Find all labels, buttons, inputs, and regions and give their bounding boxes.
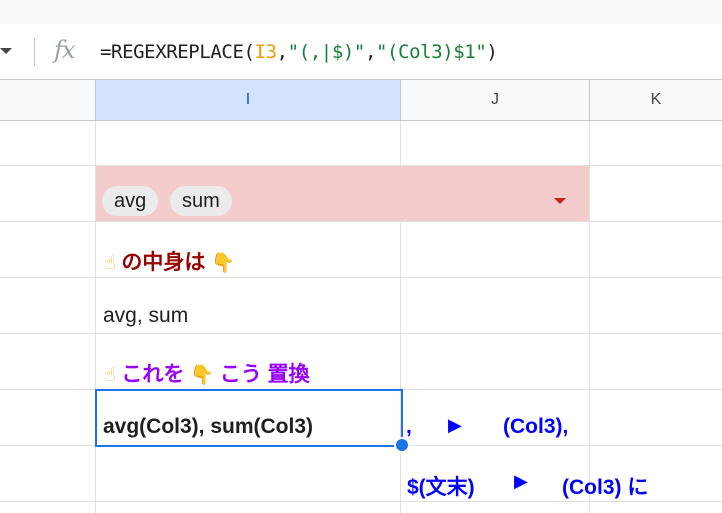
cell-i4[interactable]: ☝ の中身は 👇: [104, 246, 235, 276]
cell-i6[interactable]: ☝ これを 👇 こう 置換: [104, 358, 310, 388]
column-header-i[interactable]: I: [96, 80, 401, 121]
pointing-down-hand-icon: 👇: [190, 364, 214, 386]
dropdown-arrow-icon[interactable]: [554, 198, 566, 204]
grid-line: [589, 121, 590, 513]
formula-pattern-string: "(,|$)": [287, 41, 366, 63]
note-end-of-string: $(文末): [407, 476, 475, 499]
fill-handle[interactable]: [394, 437, 410, 453]
note-col3-ni: (Col3) に: [562, 476, 649, 499]
grid-line: [0, 277, 722, 278]
active-cell-selection: [95, 389, 403, 447]
formula-replacement-string: "(Col3)$1": [376, 41, 487, 63]
formula-input[interactable]: =REGEXREPLACE(I3,"(,|$)","(Col3)$1"): [100, 41, 498, 63]
formula-bar-divider: [34, 38, 35, 66]
pointing-up-hand-icon: ☝: [104, 364, 116, 386]
note-col3-comma: (Col3),: [503, 415, 569, 438]
play-arrow-icon: ▶: [448, 415, 462, 435]
formula-comma: ,: [276, 41, 288, 63]
label1-text: の中身は: [121, 251, 206, 274]
grid-line: [0, 501, 722, 502]
column-header-k[interactable]: K: [590, 80, 722, 121]
grid-line: [0, 333, 722, 334]
label2-part2: こう 置換: [219, 363, 310, 386]
chip-sum[interactable]: sum: [170, 186, 232, 216]
formula-cell-reference: I3: [254, 41, 277, 63]
pointing-down-hand-icon: 👇: [211, 252, 235, 274]
cell-i5[interactable]: avg, sum: [103, 304, 188, 328]
chip-avg[interactable]: avg: [102, 186, 159, 216]
play-arrow-icon: ▶: [514, 471, 528, 491]
column-header-previous[interactable]: [0, 80, 96, 121]
formula-comma: ,: [364, 41, 376, 63]
column-header-j[interactable]: J: [401, 80, 590, 121]
pointing-up-hand-icon: ☝: [104, 252, 116, 274]
grid-line: [0, 221, 722, 222]
toolbar-strip: [0, 0, 722, 24]
formula-prefix: =REGEXREPLACE(: [100, 41, 255, 63]
note-comma: ,: [406, 415, 412, 438]
name-box-dropdown-icon[interactable]: [0, 48, 12, 54]
fx-icon: fx: [54, 36, 75, 64]
label2-part1: これを: [121, 363, 185, 386]
dropdown-chip-cell[interactable]: [96, 166, 589, 221]
formula-suffix: ): [486, 41, 498, 63]
